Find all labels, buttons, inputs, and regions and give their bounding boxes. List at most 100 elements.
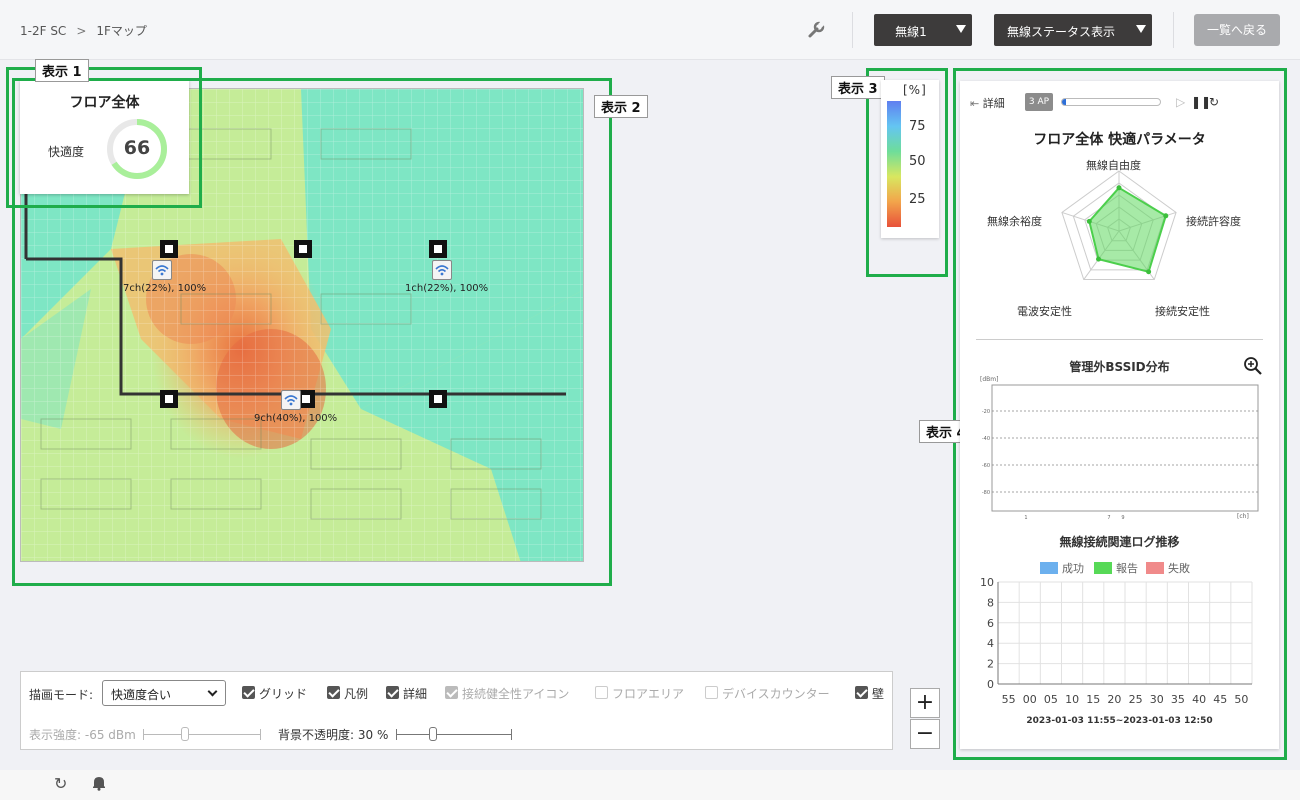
slider-knob[interactable]	[181, 727, 189, 741]
wrench-icon[interactable]	[806, 20, 826, 40]
log-x-tick: 30	[1150, 693, 1164, 706]
bssid-y-tick: -20	[982, 409, 990, 415]
health-icon-checkbox[interactable]	[445, 686, 458, 699]
detail-toggle-button[interactable]: ⇤ 詳細	[970, 95, 1005, 111]
collapse-left-icon: ⇤	[970, 97, 980, 110]
log-x-tick: 05	[1044, 693, 1058, 706]
back-to-list-button[interactable]: 一覧へ戻る	[1194, 14, 1280, 46]
strength-slider[interactable]	[143, 727, 261, 741]
grid-checkbox-label: グリッド	[259, 687, 308, 701]
bssid-unit-x: [ch]	[1237, 513, 1249, 520]
log-chart-title: 無線接続関連ログ推移	[1059, 535, 1180, 549]
breadcrumb: 1-2F SC >1Fマップ	[20, 22, 147, 39]
toolbar-divider	[1173, 12, 1174, 48]
legend-checkbox[interactable]	[327, 686, 340, 699]
legend-color-bar	[887, 101, 901, 227]
floor-area-checkbox-label: フロアエリア	[612, 687, 685, 701]
opacity-slider[interactable]	[396, 727, 512, 741]
display-controls-panel: 描画モード: 快適度合い グリッド 凡例 詳細 接続健全性アイコン フロアエリア…	[20, 671, 893, 750]
slider-knob[interactable]	[429, 727, 437, 741]
legend-tick: 25	[909, 192, 926, 207]
wall-checkbox[interactable]	[855, 686, 868, 699]
ap-count-badge: 3 AP	[1025, 93, 1053, 111]
caret-down-icon	[956, 25, 966, 33]
radar-data-point	[1163, 213, 1169, 219]
detail-checkbox[interactable]	[386, 686, 399, 699]
legend-tick: 50	[909, 154, 926, 169]
log-y-tick: 8	[987, 596, 994, 609]
caret-down-icon	[1136, 25, 1146, 33]
device-counter-checkbox-label: デバイスカウンター	[722, 687, 830, 701]
log-y-tick: 10	[980, 576, 994, 589]
mode-label: 描画モード:	[29, 688, 94, 702]
wireless-select-label: 無線1	[895, 25, 927, 39]
bssid-y-tick: -80	[982, 490, 990, 496]
top-bar: 1-2F SC >1Fマップ 無線1 無線ステータス表示 一覧へ戻る	[0, 0, 1300, 60]
detail-checkbox-label: 詳細	[403, 687, 428, 701]
radar-data-point	[1096, 256, 1102, 262]
zoom-in-button[interactable]: +	[910, 688, 940, 718]
legend-checkbox-label: 凡例	[344, 687, 369, 701]
footer-bar: ↻	[0, 770, 1300, 800]
wall-checkbox-label: 壁	[872, 687, 885, 701]
display-2-label: 表示 2	[594, 95, 648, 118]
log-x-tick: 35	[1171, 693, 1185, 706]
device-counter-checkbox[interactable]	[705, 686, 718, 699]
panel-divider	[976, 339, 1263, 340]
radar-data-point	[1146, 269, 1152, 275]
radar-axis-label: 電波安定性	[1017, 305, 1072, 318]
refresh-icon[interactable]: ↻	[1209, 95, 1219, 109]
log-x-tick: 55	[1002, 693, 1016, 706]
radar-chart-title: フロア全体 快適パラメータ	[1033, 132, 1206, 148]
bssid-chart: [dBm] [ch] -20 -40 -60 -80 1 7 9	[980, 376, 1259, 521]
right-detail-panel: ⇤ 詳細 3 AP ▷ ❚❚ ↻ フロア全体 快適パラメータ 無線自由度 接続許…	[960, 81, 1279, 749]
grid-checkbox[interactable]	[242, 686, 255, 699]
bell-icon[interactable]	[92, 775, 106, 791]
log-x-tick: 15	[1086, 693, 1100, 706]
detail-label: 詳細	[982, 97, 1005, 110]
display-1-label: 表示 1	[35, 59, 89, 82]
log-chart: 108642055 00 05 10 15 20 25 30 35 40 45 50	[980, 576, 1253, 706]
breadcrumb-current: 1Fマップ	[96, 24, 147, 38]
bssid-y-tick: -40	[982, 436, 990, 442]
breadcrumb-root[interactable]: 1-2F SC	[20, 24, 66, 38]
reload-icon[interactable]: ↻	[54, 774, 67, 793]
zoom-out-button[interactable]: −	[910, 719, 940, 749]
bssid-unit-y: [dBm]	[980, 376, 998, 383]
radar-axis-label: 無線余裕度	[987, 215, 1042, 228]
legend-tick: 75	[909, 119, 926, 134]
breadcrumb-separator: >	[76, 24, 87, 38]
radar-axis-label: 接続許容度	[1186, 215, 1241, 228]
log-x-tick: 20	[1107, 693, 1121, 706]
legend-unit: [%]	[903, 83, 927, 97]
draw-mode-select[interactable]: 快適度合い	[102, 680, 226, 706]
log-x-tick: 10	[1065, 693, 1079, 706]
log-x-tick: 25	[1129, 693, 1143, 706]
wireless-select-button[interactable]: 無線1	[874, 14, 972, 46]
strength-label: 表示強度: -65 dBm	[29, 728, 136, 742]
log-x-tick: 45	[1213, 693, 1227, 706]
log-date-range: 2023-01-03 11:55~2023-01-03 12:50	[1026, 716, 1213, 726]
bssid-x-tick: 1	[1024, 515, 1027, 521]
playback-progress-bar[interactable]	[1061, 98, 1161, 106]
health-icon-checkbox-label: 接続健全性アイコン	[462, 687, 570, 701]
status-display-button[interactable]: 無線ステータス表示	[994, 14, 1152, 46]
status-display-label: 無線ステータス表示	[1006, 25, 1115, 39]
display-1-frame	[6, 67, 202, 208]
radar-data-point	[1116, 185, 1122, 191]
opacity-label: 背景不透明度: 30 %	[278, 728, 389, 742]
color-legend: [%] 75 50 25	[881, 80, 939, 238]
legend-swatch	[1040, 562, 1058, 574]
log-x-tick: 50	[1234, 693, 1248, 706]
log-x-tick: 40	[1192, 693, 1206, 706]
bssid-x-tick: 9	[1121, 515, 1124, 521]
toolbar-divider	[852, 12, 853, 48]
radar-chart	[1061, 170, 1177, 281]
radar-axis-label: 無線自由度	[1086, 159, 1141, 172]
log-y-tick: 6	[987, 617, 994, 630]
legend-swatch	[1094, 562, 1112, 574]
display-3-label: 表示 3	[831, 76, 885, 99]
progress-fill	[1062, 99, 1066, 105]
play-icon[interactable]: ▷	[1176, 95, 1185, 109]
floor-area-checkbox[interactable]	[595, 686, 608, 699]
